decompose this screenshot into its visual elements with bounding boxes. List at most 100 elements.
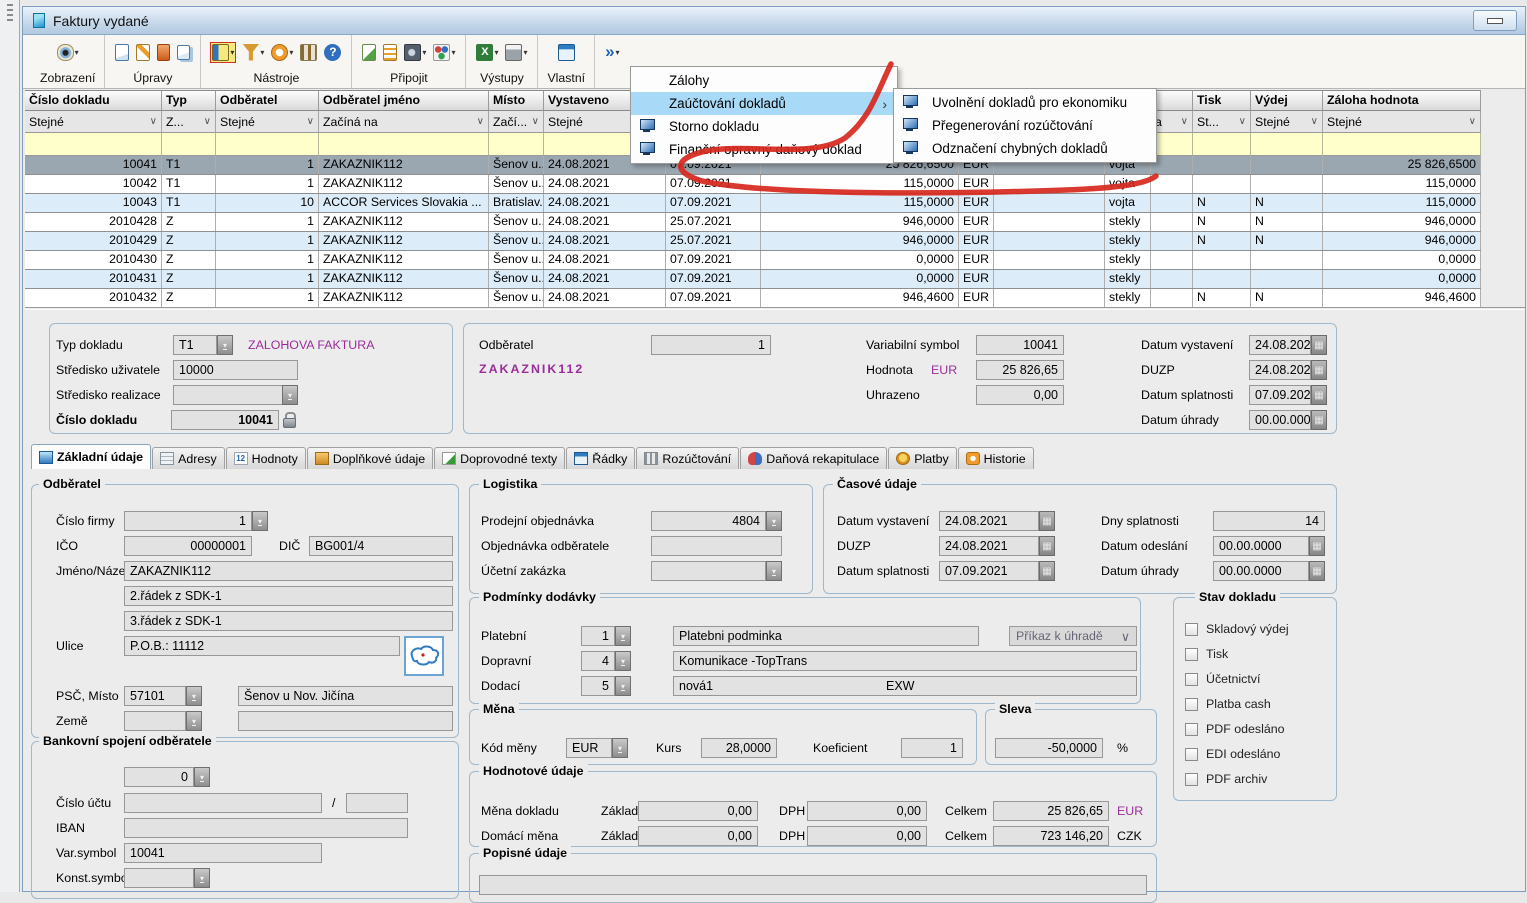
table-cell[interactable]: EUR <box>959 270 994 288</box>
table-cell[interactable]: 0,0000 <box>761 251 959 269</box>
dopravni-kod-field[interactable]: 4 <box>581 651 615 671</box>
filter-table-button[interactable]: ▾ <box>210 42 236 63</box>
filter-cell-Místo[interactable]: Začí...∨ <box>489 111 544 133</box>
ucetni-zakazka-field[interactable] <box>651 561 766 581</box>
table-cell[interactable] <box>994 289 1105 307</box>
psc-spin[interactable]: ▾ <box>186 686 202 706</box>
submenu-item-uvoln-n-doklad-pro-ekonomiku[interactable]: Uvolnění dokladů pro ekonomiku <box>894 91 1156 114</box>
kod-meny-spin[interactable]: ▾ <box>612 738 628 758</box>
table-cell[interactable]: EUR <box>959 175 994 193</box>
table-cell[interactable]: 2010428 <box>25 213 162 231</box>
filter-cell-Odběratel jméno[interactable]: Začíná na∨ <box>319 111 489 133</box>
custom-table-button[interactable] <box>557 43 576 62</box>
jmeno-radek3-field[interactable]: 3.řádek z SDK-1 <box>124 611 453 631</box>
table-cell[interactable]: Šenov u... <box>489 289 544 307</box>
filter-cell-Tisk[interactable]: St...∨ <box>1193 111 1251 133</box>
table-row-2010428[interactable]: 2010428Z1ZAKAZNIK112Šenov u...24.08.2021… <box>25 213 1481 232</box>
table-cell[interactable]: 2010432 <box>25 289 162 307</box>
table-cell[interactable]: 07.09.2021 <box>666 194 761 212</box>
variabilni-symbol-field[interactable]: 10041 <box>976 335 1064 355</box>
table-cell[interactable]: 115,0000 <box>1323 194 1481 212</box>
ulice-field[interactable]: P.O.B.: 11112 <box>124 636 400 656</box>
psc-field[interactable]: 57101 <box>124 686 186 706</box>
cislo-firmy-field[interactable]: 1 <box>124 511 252 531</box>
table-cell[interactable] <box>994 270 1105 288</box>
table-cell[interactable]: N <box>1251 232 1323 250</box>
dph2-field[interactable]: 0,00 <box>807 826 927 846</box>
table-cell[interactable]: 115,0000 <box>1323 175 1481 193</box>
jmeno-field[interactable]: ZAKAZNIK112 <box>124 561 453 581</box>
table-cell[interactable]: Z <box>162 232 216 250</box>
dph1-field[interactable]: 0,00 <box>807 801 927 821</box>
printer-button[interactable]: ▾ <box>504 43 528 62</box>
column-header-Číslo dokladu[interactable]: Číslo dokladu <box>25 90 162 111</box>
table-cell[interactable]: EUR <box>959 232 994 250</box>
menu-item-z-lohy[interactable]: Zálohy <box>631 69 897 92</box>
table-cell[interactable]: Šenov u... <box>489 156 544 174</box>
table-cell[interactable]: N <box>1251 289 1323 307</box>
misto-field[interactable]: Šenov u Nov. Jičína <box>238 686 453 706</box>
tab-platby[interactable]: Platby <box>888 447 956 469</box>
table-cell[interactable] <box>1151 289 1193 307</box>
ico-field[interactable]: 00000001 <box>124 536 252 556</box>
tab-adresy[interactable]: Adresy <box>152 447 225 469</box>
cislo-dokladu-field[interactable]: 10041 <box>171 410 279 430</box>
dodaci-kod-field[interactable]: 5 <box>581 676 615 696</box>
table-cell[interactable] <box>1151 175 1193 193</box>
table-cell[interactable]: 2010431 <box>25 270 162 288</box>
table-row-10043[interactable]: 10043T110ACCOR Services Slovakia ...Brat… <box>25 194 1481 213</box>
overflow-button[interactable]: »▾ <box>604 43 620 62</box>
table-cell[interactable] <box>1193 175 1251 193</box>
tab-hodnoty[interactable]: 12Hodnoty <box>226 447 306 469</box>
table-cell[interactable]: Šenov u... <box>489 213 544 231</box>
typ-dokladu-spin[interactable]: ▾ <box>217 335 233 355</box>
view-eye-button[interactable]: ▾ <box>56 43 80 62</box>
checkbox-box[interactable] <box>1185 773 1198 786</box>
table-cell[interactable] <box>994 213 1105 231</box>
uhrazeno-field[interactable]: 0,00 <box>976 385 1064 405</box>
filter-cell-Typ[interactable]: Z...∨ <box>162 111 216 133</box>
table-cell[interactable]: ZAKAZNIK112 <box>319 213 489 231</box>
datum-odeslani-calendar-icon[interactable]: ▦ <box>1309 536 1325 556</box>
typ-dokladu-field[interactable]: T1 <box>173 335 217 355</box>
popisne-field[interactable] <box>479 875 1147 895</box>
table-cell[interactable]: ZAKAZNIK112 <box>319 270 489 288</box>
copy-doc-button[interactable] <box>176 44 191 61</box>
table-cell[interactable]: Z <box>162 213 216 231</box>
checkbox-tisk[interactable]: Tisk <box>1185 647 1228 661</box>
zaklad2-field[interactable]: 0,00 <box>638 826 758 846</box>
table-cell[interactable]: 946,0000 <box>761 232 959 250</box>
tab-roz-tov-n-[interactable]: Rozúčtování <box>636 447 739 469</box>
celkem1-field[interactable]: 25 826,65 <box>993 801 1109 821</box>
checkbox-box[interactable] <box>1185 623 1198 636</box>
sliders-button[interactable] <box>299 43 318 62</box>
table-cell[interactable]: 1 <box>216 251 319 269</box>
table-cell[interactable]: N <box>1251 213 1323 231</box>
table-cell[interactable] <box>1151 232 1193 250</box>
checkbox-skladov-v-dej[interactable]: Skladový výdej <box>1185 622 1289 636</box>
table-cell[interactable]: 1 <box>216 270 319 288</box>
table-cell[interactable] <box>994 232 1105 250</box>
table-cell[interactable]: 946,0000 <box>1323 213 1481 231</box>
table-cell[interactable]: Z <box>162 251 216 269</box>
submenu-item-odzna-en-chybn-ch-doklad-[interactable]: Odznačení chybných dokladů <box>894 137 1156 160</box>
checkbox-box[interactable] <box>1185 648 1198 661</box>
datum-odeslani-field[interactable]: 00.00.0000 <box>1213 536 1309 556</box>
table-cell[interactable]: 1 <box>216 232 319 250</box>
filter-input-cell[interactable] <box>1193 133 1251 156</box>
note-edit-button[interactable] <box>361 43 377 62</box>
table-cell[interactable]: stekly <box>1105 251 1151 269</box>
zeme-field[interactable] <box>124 711 186 731</box>
table-cell[interactable]: 10042 <box>25 175 162 193</box>
table-cell[interactable] <box>1151 213 1193 231</box>
column-header-Typ[interactable]: Typ <box>162 90 216 111</box>
camera-button[interactable]: ▾ <box>403 43 427 62</box>
table-cell[interactable]: Z <box>162 289 216 307</box>
table-cell[interactable]: 10041 <box>25 156 162 174</box>
checkbox-platba-cash[interactable]: Platba cash <box>1185 697 1271 711</box>
table-cell[interactable]: 25.07.2021 <box>666 213 761 231</box>
jmeno-radek2-field[interactable]: 2.řádek z SDK-1 <box>124 586 453 606</box>
table-cell[interactable]: Bratislav... <box>489 194 544 212</box>
filter-input-cell[interactable] <box>489 133 544 156</box>
table-cell[interactable]: 1 <box>216 289 319 307</box>
